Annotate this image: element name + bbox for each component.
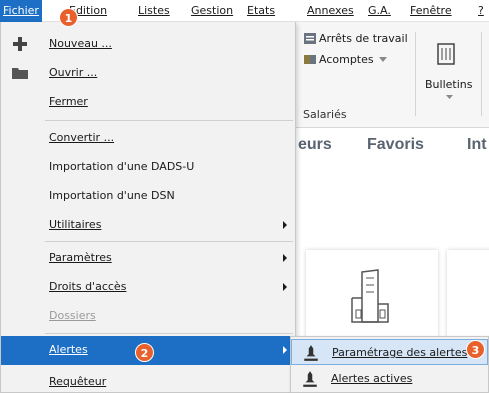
tab-partial[interactable]: eurs xyxy=(298,136,332,154)
chevron-down-icon[interactable] xyxy=(446,95,453,99)
menu-item-label: Utilitaires xyxy=(49,218,102,231)
menu-item-label: Paramètres xyxy=(49,251,112,264)
ribbon-group-salaries: Salariés xyxy=(303,108,347,121)
menu-item-requeteur[interactable]: Requêteur xyxy=(1,368,295,393)
ribbon-separator xyxy=(415,32,416,116)
deposit-icon xyxy=(304,55,316,64)
menu-gestion[interactable]: Gestion xyxy=(191,0,233,22)
step-badge-2: 2 xyxy=(135,343,154,362)
submenu-arrow-icon xyxy=(283,283,287,291)
folder-icon xyxy=(12,68,28,79)
menu-item-label: Droits d'accès xyxy=(49,280,127,293)
submenu-item-alertes-actives[interactable]: Alertes actives xyxy=(291,366,488,392)
alertes-submenu: Paramétrage des alertes Alertes actives xyxy=(290,336,489,393)
menu-item-convertir[interactable]: Convertir ... xyxy=(1,124,295,153)
menu-etats[interactable]: Etats xyxy=(247,0,275,22)
menu-separator xyxy=(45,241,293,242)
menu-annexes[interactable]: Annexes xyxy=(307,0,354,22)
submenu-arrow-icon xyxy=(283,346,287,354)
alert-settings-icon xyxy=(304,345,318,361)
sick-leave-icon xyxy=(304,33,316,44)
tab-favoris[interactable]: Favoris xyxy=(367,136,424,154)
ribbon-acomptes[interactable]: Acomptes xyxy=(319,53,374,66)
menu-item-label: Requêteur xyxy=(49,375,107,388)
menu-item-droits[interactable]: Droits d'accès xyxy=(1,273,295,302)
menu-item-dossiers: Dossiers xyxy=(1,302,295,331)
submenu-item-label: Paramétrage des alertes xyxy=(332,346,468,359)
menu-item-label: Fermer xyxy=(49,95,88,108)
menu-item-label: Importation d'une DSN xyxy=(49,189,175,202)
menu-item-label: Importation d'une DADS-U xyxy=(49,160,195,173)
fichier-dropdown: Nouveau ... Ouvrir ... Fermer Convertir … xyxy=(0,22,296,393)
menu-help[interactable]: ? xyxy=(478,0,484,22)
menu-item-import-dsn[interactable]: Importation d'une DSN xyxy=(1,182,295,211)
menu-item-nouveau[interactable]: Nouveau ... xyxy=(1,30,295,59)
payslip-icon xyxy=(437,43,455,65)
menu-item-label: Alertes xyxy=(49,343,88,356)
ribbon-separator xyxy=(481,32,482,116)
step-badge-1: 1 xyxy=(59,8,78,27)
building-icon xyxy=(351,269,389,323)
menu-item-ouvrir[interactable]: Ouvrir ... xyxy=(1,59,295,88)
menu-item-parametres[interactable]: Paramètres xyxy=(1,244,295,273)
menu-ga[interactable]: G.A. xyxy=(368,0,391,22)
submenu-arrow-icon xyxy=(283,221,287,229)
menu-listes[interactable]: Listes xyxy=(138,0,170,22)
submenu-item-label: Alertes actives xyxy=(331,372,413,385)
alert-active-icon xyxy=(303,371,317,387)
menu-item-fermer[interactable]: Fermer xyxy=(1,88,295,117)
ribbon-bulletins[interactable]: Bulletins xyxy=(425,78,472,91)
menu-fenetre[interactable]: Fenêtre xyxy=(410,0,452,22)
step-badge-3: 3 xyxy=(466,340,485,359)
menu-item-label: Nouveau ... xyxy=(49,37,112,50)
menu-item-label: Dossiers xyxy=(49,309,96,322)
plus-icon xyxy=(13,37,27,51)
menu-item-label: Convertir ... xyxy=(49,131,115,144)
ribbon-arrets[interactable]: Arrêts de travail xyxy=(319,32,408,45)
menu-fichier[interactable]: Fichier xyxy=(0,0,42,22)
menu-item-import-dads[interactable]: Importation d'une DADS-U xyxy=(1,153,295,182)
chevron-down-icon[interactable] xyxy=(379,57,387,62)
menu-separator xyxy=(45,333,293,334)
tab-int[interactable]: Int xyxy=(467,136,487,154)
menu-separator xyxy=(45,120,293,121)
menu-item-label: Ouvrir ... xyxy=(49,66,98,79)
submenu-arrow-icon xyxy=(283,254,287,262)
menu-item-utilitaires[interactable]: Utilitaires xyxy=(1,211,295,240)
submenu-item-parametrage-alertes[interactable]: Paramétrage des alertes xyxy=(291,339,488,365)
